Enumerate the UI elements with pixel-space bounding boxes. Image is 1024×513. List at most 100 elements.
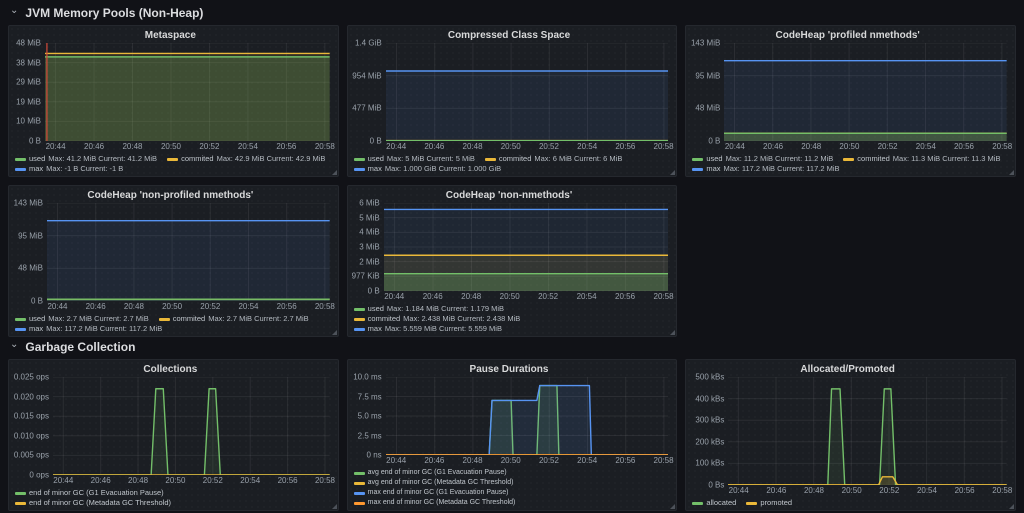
panel-codeheap-non-profiled-nmethods: CodeHeap 'non-profiled nmethods'143 MiB9… — [8, 185, 339, 337]
panel-title[interactable]: CodeHeap 'non-profiled nmethods' — [11, 188, 330, 203]
y-tick-label: 29 MiB — [16, 78, 41, 87]
y-tick-label: 100 kBs — [695, 459, 724, 468]
y-axis: 10.0 ms7.5 ms5.0 ms2.5 ms0 ns — [350, 377, 386, 455]
legend-item-1[interactable]: usedMax: 1.184 MiB Current: 1.179 MiB — [354, 304, 504, 314]
panel-resize-handle[interactable] — [1009, 504, 1014, 509]
legend-item-2[interactable]: commitedMax: 6 MiB Current: 6 MiB — [485, 154, 622, 164]
chart-canvas[interactable] — [45, 43, 330, 141]
legend-item-3[interactable]: maxMax: -1 B Current: -1 B — [15, 164, 123, 174]
x-tick-label: 20:52 — [879, 486, 899, 495]
y-tick-label: 48 MiB — [18, 264, 43, 273]
series-color-swatch — [15, 502, 26, 505]
plot-area[interactable] — [386, 43, 669, 141]
chart-canvas[interactable] — [728, 377, 1007, 485]
legend-item-2[interactable]: avg end of minor GC (Metadata GC Thresho… — [354, 478, 514, 488]
legend-item-1[interactable]: allocated — [692, 498, 736, 508]
plot-area[interactable] — [45, 43, 330, 141]
panel-resize-handle[interactable] — [670, 330, 675, 335]
x-tick-label: 20:52 — [538, 292, 558, 301]
y-axis: 143 MiB95 MiB48 MiB0 B — [11, 203, 47, 301]
panel-title[interactable]: Metaspace — [11, 28, 330, 43]
y-tick-label: 10.0 ms — [353, 373, 381, 382]
series-color-swatch — [485, 158, 496, 161]
series-color-swatch — [354, 168, 365, 171]
x-tick-label: 20:50 — [500, 292, 520, 301]
panel-resize-handle[interactable] — [332, 330, 337, 335]
legend-item-2[interactable]: end of minor GC (Metadata GC Threshold) — [15, 498, 171, 508]
panel-grid: Collections0.025 ops0.020 ops0.015 ops0.… — [8, 359, 1016, 511]
panel-resize-handle[interactable] — [670, 170, 675, 175]
legend-item-2[interactable]: commitedMax: 2.7 MiB Current: 2.7 MiB — [159, 314, 309, 324]
panel-title[interactable]: Collections — [11, 362, 330, 377]
series-line — [728, 389, 1007, 485]
x-tick-label: 20:48 — [804, 486, 824, 495]
x-tick-label: 20:44 — [47, 302, 67, 311]
legend-item-3[interactable]: maxMax: 117.2 MiB Current: 117.2 MiB — [15, 324, 162, 334]
chart-canvas[interactable] — [386, 377, 669, 455]
plot-area[interactable] — [384, 203, 669, 291]
y-tick-label: 0 B — [708, 137, 720, 146]
legend-item-1[interactable]: end of minor GC (G1 Evacuation Pause) — [15, 488, 164, 498]
chart-canvas[interactable] — [53, 377, 330, 475]
chart-canvas[interactable] — [47, 203, 330, 301]
series-color-swatch — [843, 158, 854, 161]
panel-title[interactable]: Allocated/Promoted — [688, 362, 1007, 377]
legend-item-1[interactable]: avg end of minor GC (G1 Evacuation Pause… — [354, 468, 507, 478]
legend-item-1[interactable]: usedMax: 2.7 MiB Current: 2.7 MiB — [15, 314, 149, 324]
plot-area[interactable] — [386, 377, 669, 455]
legend-item-3[interactable]: max end of minor GC (G1 Evacuation Pause… — [354, 488, 509, 498]
legend-item-2[interactable]: commitedMax: 42.9 MiB Current: 42.9 MiB — [167, 154, 325, 164]
legend-series-stats: Max: 117.2 MiB Current: 117.2 MiB — [724, 164, 840, 174]
legend-item-3[interactable]: maxMax: 117.2 MiB Current: 117.2 MiB — [692, 164, 839, 174]
x-tick-label: 20:48 — [801, 142, 821, 151]
chart-canvas[interactable] — [724, 43, 1007, 141]
panel-title[interactable]: Pause Durations — [350, 362, 669, 377]
chevron-down-icon: ⌄ — [10, 6, 18, 16]
panel-title[interactable]: CodeHeap 'non-nmethods' — [350, 188, 669, 203]
plot-region: 0.025 ops0.020 ops0.015 ops0.010 ops0.00… — [11, 377, 330, 475]
panel-resize-handle[interactable] — [1009, 170, 1014, 175]
x-axis: 20:4420:4620:4820:5020:5220:5420:5620:58 — [386, 455, 669, 467]
series-fill — [386, 71, 669, 141]
legend-item-2[interactable]: commitedMax: 2.438 MiB Current: 2.438 Mi… — [354, 314, 521, 324]
plot-area[interactable] — [728, 377, 1007, 485]
legend-item-2[interactable]: promoted — [746, 498, 792, 508]
y-axis: 0.025 ops0.020 ops0.015 ops0.010 ops0.00… — [11, 377, 53, 475]
legend-series-name: commited — [173, 314, 206, 324]
series-fill — [728, 477, 1007, 485]
legend-item-1[interactable]: usedMax: 11.2 MiB Current: 11.2 MiB — [692, 154, 833, 164]
legend-series-stats: Max: 2.438 MiB Current: 2.438 MiB — [403, 314, 520, 324]
x-tick-label: 20:46 — [763, 142, 783, 151]
panel-title[interactable]: Compressed Class Space — [350, 28, 669, 43]
section-header[interactable]: ⌄JVM Memory Pools (Non-Heap) — [10, 4, 1016, 22]
panel-resize-handle[interactable] — [670, 504, 675, 509]
series-color-swatch — [746, 502, 757, 505]
legend-item-3[interactable]: maxMax: 1.000 GiB Current: 1.000 GiB — [354, 164, 501, 174]
legend-item-1[interactable]: usedMax: 41.2 MiB Current: 41.2 MiB — [15, 154, 157, 164]
section-header[interactable]: ⌄Garbage Collection — [10, 338, 1016, 356]
panel-resize-handle[interactable] — [332, 170, 337, 175]
legend-item-1[interactable]: usedMax: 5 MiB Current: 5 MiB — [354, 154, 475, 164]
x-axis: 20:4420:4620:4820:5020:5220:5420:5620:58 — [384, 291, 669, 303]
chart-canvas[interactable] — [384, 203, 669, 291]
legend-item-3[interactable]: maxMax: 5.559 MiB Current: 5.559 MiB — [354, 324, 502, 334]
plot-area[interactable] — [724, 43, 1007, 141]
legend-series-name: max end of minor GC (Metadata GC Thresho… — [368, 498, 516, 508]
legend: avg end of minor GC (G1 Evacuation Pause… — [350, 467, 669, 508]
legend-series-name: commited — [368, 314, 401, 324]
chart-canvas[interactable] — [386, 43, 669, 141]
legend-item-4[interactable]: max end of minor GC (Metadata GC Thresho… — [354, 498, 516, 508]
x-tick-label: 20:58 — [654, 142, 674, 151]
x-tick-label: 20:46 — [766, 486, 786, 495]
y-tick-label: 0 B — [29, 137, 41, 146]
panel-title[interactable]: CodeHeap 'profiled nmethods' — [688, 28, 1007, 43]
legend-item-2[interactable]: commitedMax: 11.3 MiB Current: 11.3 MiB — [843, 154, 1000, 164]
legend-series-name: max — [368, 164, 382, 174]
x-tick-label: 20:44 — [46, 142, 66, 151]
panel-resize-handle[interactable] — [332, 504, 337, 509]
plot-area[interactable] — [47, 203, 330, 301]
plot-area[interactable] — [53, 377, 330, 475]
series-color-swatch — [159, 318, 170, 321]
legend-series-name: max — [29, 324, 43, 334]
series-color-swatch — [354, 492, 365, 495]
